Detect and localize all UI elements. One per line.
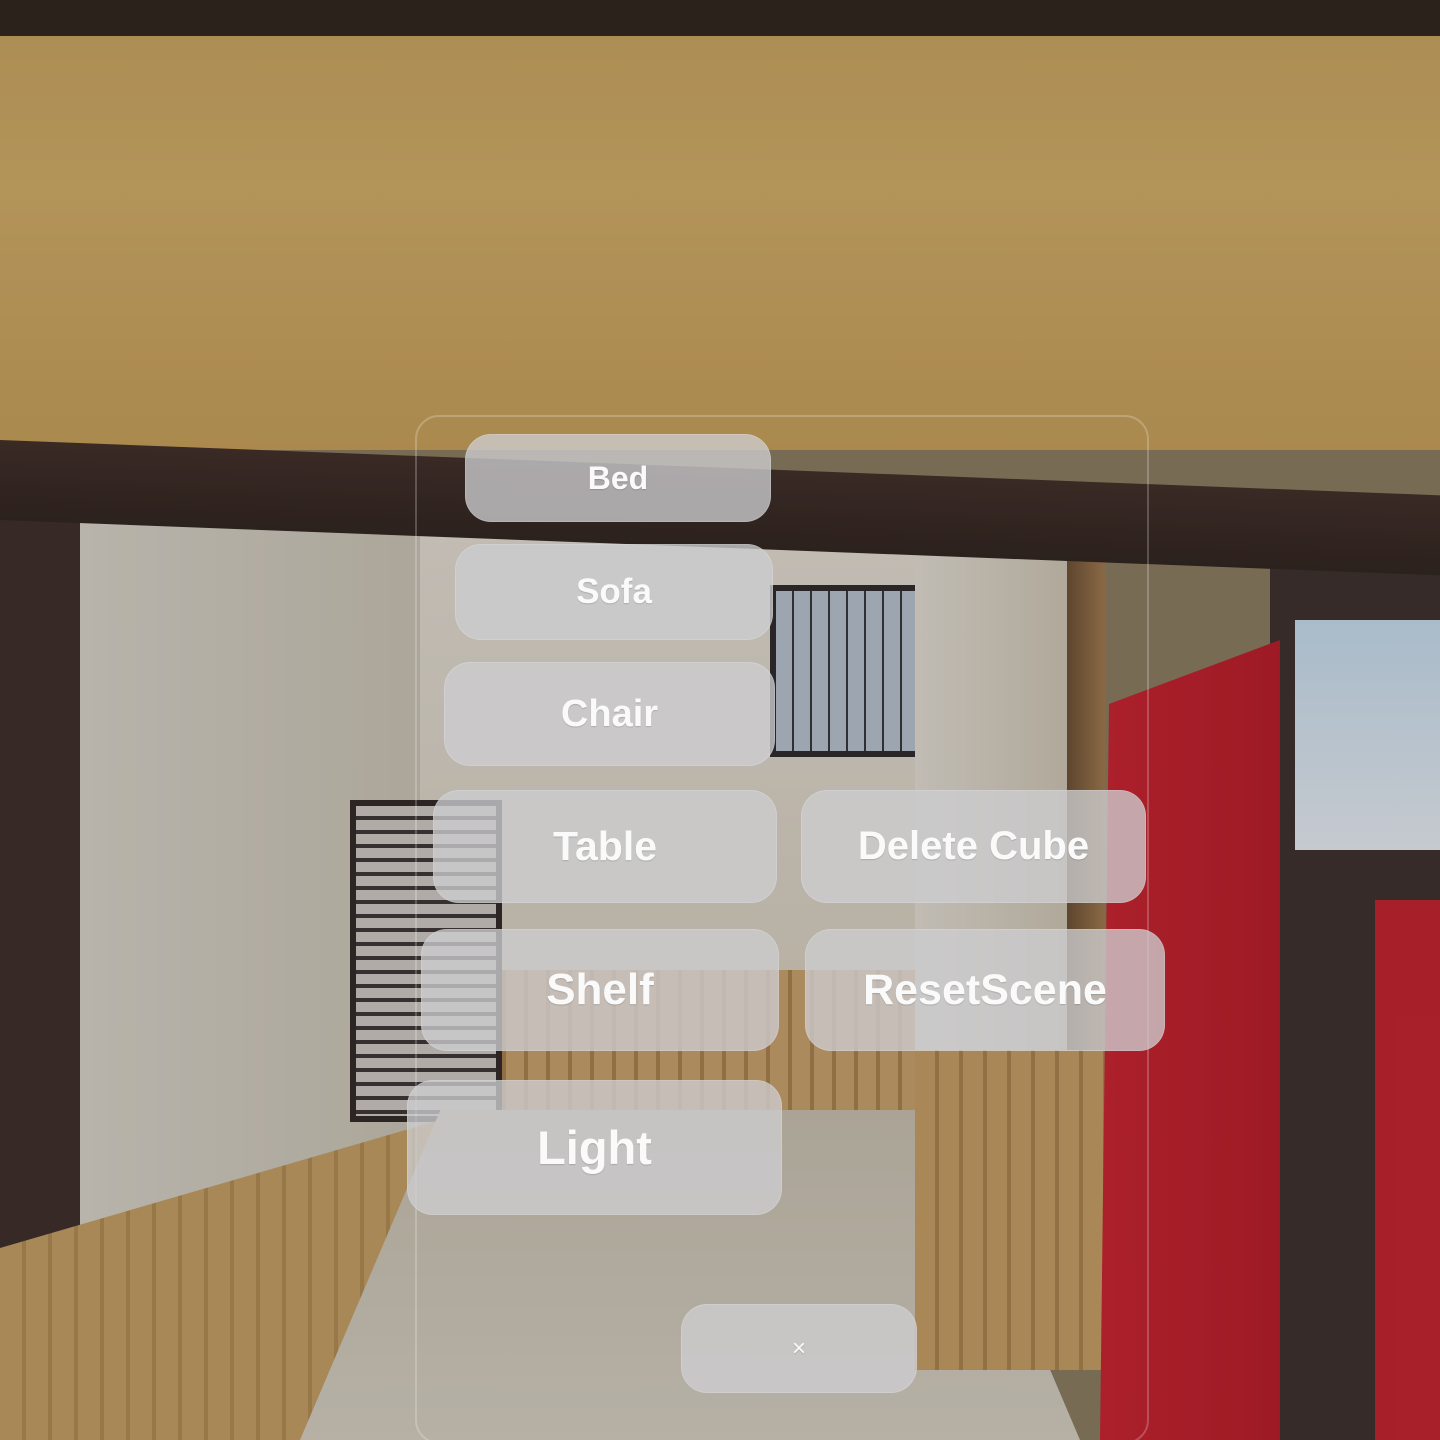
reset-scene-button[interactable]: ResetScene [805, 929, 1165, 1051]
shelf-button-label: Shelf [546, 965, 654, 1014]
shelf-button[interactable]: Shelf [421, 929, 779, 1051]
close-icon: × [791, 1334, 806, 1362]
sofa-button[interactable]: Sofa [455, 544, 773, 640]
chair-button[interactable]: Chair [444, 662, 775, 766]
bed-button-label: Bed [587, 459, 649, 496]
close-button[interactable]: × [681, 1304, 917, 1393]
chair-button-label: Chair [560, 692, 659, 735]
light-button-label: Light [537, 1121, 652, 1174]
delete-cube-button-label: Delete Cube [857, 824, 1090, 868]
bed-button[interactable]: Bed [465, 434, 771, 522]
table-button-label: Table [552, 823, 658, 869]
reset-scene-button-label: ResetScene [863, 965, 1107, 1014]
sofa-button-label: Sofa [576, 572, 652, 611]
light-button[interactable]: Light [407, 1080, 782, 1215]
table-button[interactable]: Table [433, 790, 777, 903]
delete-cube-button[interactable]: Delete Cube [801, 790, 1146, 903]
